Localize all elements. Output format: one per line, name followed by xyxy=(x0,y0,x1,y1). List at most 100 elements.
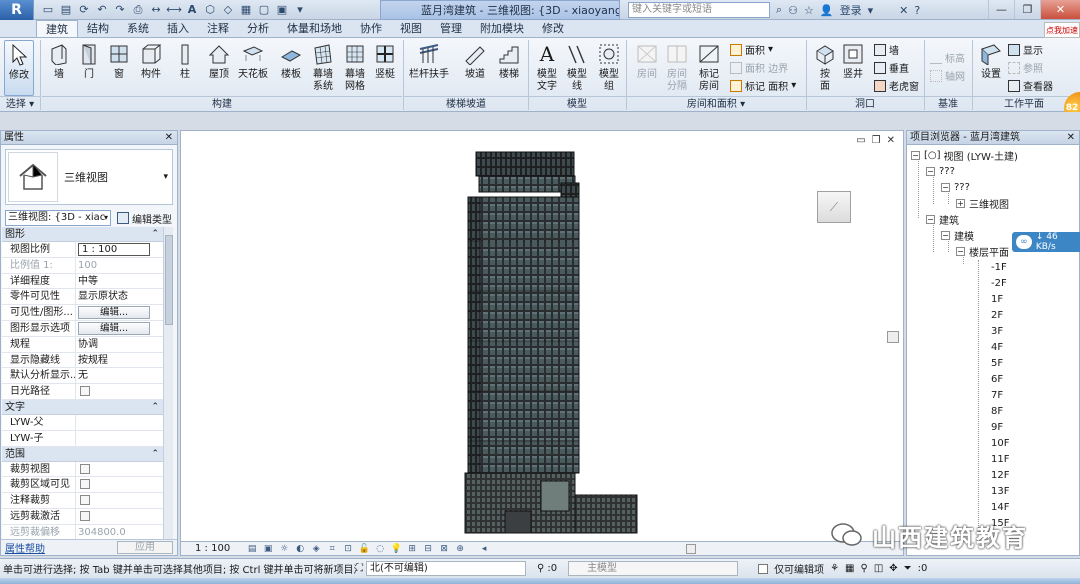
tag-room-button[interactable]: 标记 房间 xyxy=(694,40,724,96)
property-row[interactable]: 显示隐藏线 按规程 xyxy=(2,352,163,369)
properties-scrollbar[interactable] xyxy=(163,227,173,539)
dimension-icon[interactable]: ⟷ xyxy=(166,3,182,17)
editable-only-checkbox[interactable] xyxy=(758,563,769,574)
property-value[interactable]: 中等 xyxy=(76,274,163,289)
tree-node-level[interactable]: 9F xyxy=(991,420,1003,435)
property-row[interactable]: 可见性/图形... 编辑... xyxy=(2,305,163,321)
property-value[interactable]: 显示原状态 xyxy=(76,289,163,304)
crop-view-icon[interactable]: ⌗ xyxy=(326,544,338,554)
active-workset-select[interactable]: 北(不可编辑) xyxy=(366,561,526,576)
model-line-button[interactable]: 模型线 xyxy=(562,40,592,96)
select-underlay-icon[interactable]: ▦ xyxy=(845,563,854,574)
property-value[interactable] xyxy=(76,431,163,446)
section-icon[interactable]: ◇ xyxy=(220,3,236,17)
tree-node-level[interactable]: -1F xyxy=(991,260,1007,275)
property-row[interactable]: LYW-父 xyxy=(2,414,163,431)
roof-button[interactable]: 屋顶 xyxy=(204,40,234,96)
set-workplane-button[interactable]: 设置 xyxy=(976,40,1006,96)
stair-button[interactable]: 楼梯 xyxy=(494,40,524,96)
lock-view-icon[interactable]: 🔓 xyxy=(358,544,370,554)
panel-select[interactable]: 选择 ▾ xyxy=(0,96,40,111)
close-button[interactable]: ✕ xyxy=(1040,0,1080,19)
viewcube[interactable]: ⟋ xyxy=(817,191,851,223)
redo-icon[interactable]: ↷ xyxy=(112,3,128,17)
tree-node-level[interactable]: 12F xyxy=(991,468,1009,483)
tab-addins[interactable]: 附加模块 xyxy=(471,20,533,37)
property-row[interactable]: LYW-子 xyxy=(2,430,163,447)
annotation-crop-checkbox[interactable] xyxy=(80,495,90,506)
tab-structure[interactable]: 结构 xyxy=(78,20,118,37)
tab-collaborate[interactable]: 协作 xyxy=(351,20,391,37)
ceiling-button[interactable]: 天花板 xyxy=(238,40,268,96)
tab-massing-site[interactable]: 体量和场地 xyxy=(278,20,351,37)
help-search-input[interactable]: 键入关键字或短语 xyxy=(628,2,770,18)
tree-node-level[interactable]: 14F xyxy=(991,500,1009,515)
tree-node-3d-views[interactable]: + 三维视图 xyxy=(956,196,1009,211)
close-icon[interactable]: ✕ xyxy=(165,131,173,145)
mullion-button[interactable]: 竖梃 xyxy=(370,40,400,96)
room-button[interactable]: 房间 xyxy=(632,40,662,96)
sun-path-icon[interactable]: ☼ xyxy=(278,544,290,554)
tree-node-level[interactable]: -2F xyxy=(991,276,1007,291)
opening-by-face-button[interactable]: 按面 xyxy=(810,40,840,96)
modify-button[interactable]: 修改 xyxy=(4,40,34,96)
detail-level-icon[interactable]: ▤ xyxy=(246,544,258,554)
drawing-area[interactable]: ▭ ❐ ✕ ⟋ xyxy=(180,130,904,542)
vertical-opening-button[interactable]: 垂直 xyxy=(874,60,909,75)
section-extents[interactable]: 范围 ⌃ xyxy=(2,446,163,462)
sun-path-checkbox[interactable] xyxy=(80,386,90,397)
model-group-button[interactable]: 模型组 xyxy=(594,40,624,96)
wall-button[interactable]: 墙 xyxy=(44,40,74,96)
constraints-icon[interactable]: ⊠ xyxy=(438,544,450,554)
section-text[interactable]: 文字 ⌃ xyxy=(2,399,163,415)
property-row[interactable]: 远剪裁激活 xyxy=(2,508,163,525)
visual-style-icon[interactable]: ▣ xyxy=(262,544,274,554)
tree-node-level[interactable]: 4F xyxy=(991,340,1003,355)
property-row[interactable]: 零件可见性 显示原状态 xyxy=(2,289,163,306)
tab-modify[interactable]: 修改 xyxy=(533,20,573,37)
properties-help-link[interactable]: 属性帮助 xyxy=(5,540,45,555)
select-pinned-icon[interactable]: ⚲ xyxy=(860,563,867,574)
save-icon[interactable]: ▤ xyxy=(58,3,74,17)
exchange-icon[interactable]: ✕ xyxy=(899,4,908,17)
tree-node-level[interactable]: 7F xyxy=(991,388,1003,403)
print-icon[interactable]: ⎙ xyxy=(130,3,146,17)
canvas-scroll-thumb[interactable] xyxy=(887,331,899,343)
room-separator-button[interactable]: 房间 分隔 xyxy=(662,40,692,96)
window-button[interactable]: 窗 xyxy=(104,40,134,96)
property-row[interactable]: 裁剪视图 xyxy=(2,461,163,478)
show-workplane-button[interactable]: 显示 xyxy=(1008,42,1043,57)
tab-view[interactable]: 视图 xyxy=(391,20,431,37)
favorites-icon[interactable]: ☆ xyxy=(804,4,814,17)
application-menu-button[interactable]: R xyxy=(0,0,34,20)
restore-button[interactable]: ❐ xyxy=(1014,0,1040,19)
far-clip-active-checkbox[interactable] xyxy=(80,510,90,521)
column-button[interactable]: 柱 xyxy=(170,40,200,96)
close-icon[interactable]: ✕ xyxy=(1067,131,1075,145)
tab-insert[interactable]: 插入 xyxy=(158,20,198,37)
tree-node-level[interactable]: 6F xyxy=(991,372,1003,387)
thin-lines-icon[interactable]: ▦ xyxy=(238,3,254,17)
minimize-button[interactable]: — xyxy=(988,0,1014,19)
filter-icon[interactable]: ⏷ xyxy=(904,563,912,574)
open-icon[interactable]: ▭ xyxy=(40,3,56,17)
area-button[interactable]: 面积 ▾ xyxy=(730,42,773,57)
temp-hide-icon[interactable]: ◌ xyxy=(374,544,386,554)
shaft-button[interactable]: 竖井 xyxy=(838,40,868,96)
property-value[interactable]: 协调 xyxy=(76,337,163,352)
curtain-grid-button[interactable]: 幕墙 网格 xyxy=(340,40,370,96)
section-graphics[interactable]: 图形 ⌃ xyxy=(2,227,163,242)
area-boundary-button[interactable]: 面积 边界 xyxy=(730,60,788,75)
canvas-scrollbar[interactable] xyxy=(887,151,899,541)
canvas-hscroll-thumb[interactable] xyxy=(686,544,696,554)
tree-node-floor-plans[interactable]: − 楼层平面 xyxy=(956,244,1009,259)
shadows-icon[interactable]: ◐ xyxy=(294,544,306,554)
tab-manage[interactable]: 管理 xyxy=(431,20,471,37)
undo-icon[interactable]: ↶ xyxy=(94,3,110,17)
view-scale-input[interactable]: 1 : 100 xyxy=(78,243,150,256)
select-links-icon[interactable]: ⚘ xyxy=(830,563,839,574)
chevron-down-icon[interactable]: ▾ xyxy=(163,172,168,182)
tree-node-level[interactable]: 3F xyxy=(991,324,1003,339)
worksharing-icon[interactable]: ⊕ xyxy=(454,544,466,554)
property-value[interactable]: 按规程 xyxy=(76,353,163,368)
